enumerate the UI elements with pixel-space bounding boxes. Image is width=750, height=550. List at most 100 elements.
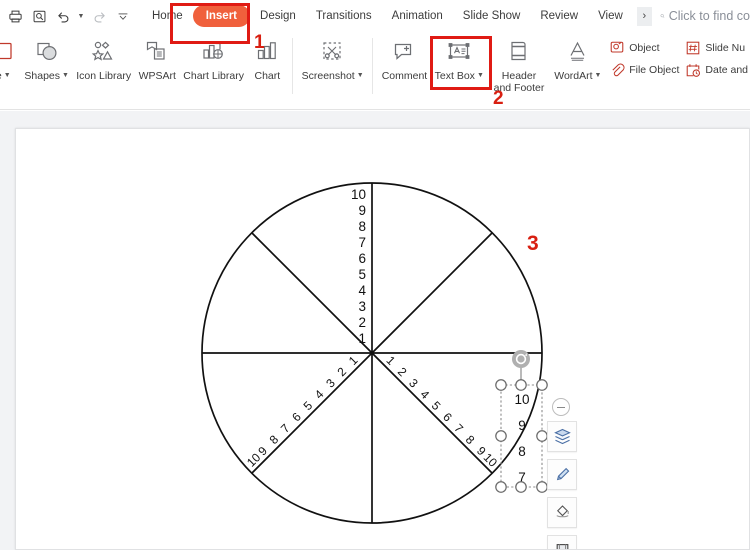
file-object-icon	[612, 63, 625, 77]
ribbon-label-wpsart: WPSArt	[138, 70, 176, 82]
ribbon-item-screenshot[interactable]: Screenshot ▼	[298, 32, 367, 82]
minus-icon	[557, 406, 565, 408]
annotation-number-3: 3	[527, 232, 539, 255]
svg-text:10: 10	[351, 187, 366, 202]
svg-text:4: 4	[358, 283, 366, 298]
text-box-icon	[445, 37, 473, 67]
ribbon-separator	[292, 38, 294, 94]
header-and-footer-icon	[505, 37, 533, 67]
ribbon-item-object[interactable]: Object	[609, 40, 679, 56]
ribbon-label-comment: Comment	[381, 70, 428, 82]
ribbon-group-fields: Slide Nu Date and	[681, 32, 750, 78]
tab-animation[interactable]: Animation	[382, 0, 453, 32]
ribbon-item-date-and-time[interactable]: Date and	[685, 62, 748, 78]
tab-home[interactable]: Home	[142, 0, 193, 32]
rotate-handle-icon	[512, 350, 530, 368]
undo-icon[interactable]	[52, 5, 74, 27]
object-icon	[610, 41, 624, 53]
svg-text:9: 9	[358, 203, 366, 218]
ribbon-label-icon-library: Icon Library	[76, 70, 132, 82]
brush-format-icon[interactable]	[547, 459, 577, 490]
screenshot-icon	[319, 37, 347, 67]
tab-transitions[interactable]: Transitions	[306, 0, 382, 32]
wordart-icon	[564, 37, 592, 67]
search-placeholder: Click to find co	[668, 9, 750, 23]
ribbon-item-header-and-footer[interactable]: Header and Footer	[488, 32, 551, 94]
wpsart-icon	[143, 37, 171, 67]
ribbon-label-date-and-time: Date and	[705, 64, 749, 76]
ribbon-item-text-box[interactable]: Text Box ▼	[431, 32, 488, 82]
insert-ribbon: e▼ Shapes▼	[0, 32, 750, 110]
slide-canvas[interactable]: 10 9 8 7 6 5 4 3 2 1 10 9 8 7 6 5 4 3 2 …	[15, 128, 750, 550]
ribbon-item-icon-library[interactable]: Icon Library	[73, 32, 135, 82]
redo-icon[interactable]	[88, 5, 110, 27]
svg-text:9: 9	[518, 418, 526, 433]
wps-presentation-window: ▼ Home Insert Design Transitions Animati…	[0, 0, 750, 550]
ribbon-item-wordart[interactable]: WordArt ▼	[551, 32, 606, 82]
ribbon-item-image[interactable]: e▼	[0, 32, 21, 82]
annotation-number-1: 1	[254, 32, 265, 53]
tab-view[interactable]: View	[588, 0, 633, 32]
quick-access-toolbar: ▼	[0, 0, 134, 32]
ribbon-item-slide-number[interactable]: Slide Nu	[685, 40, 748, 56]
ribbon-group-objects: Object File Object	[605, 32, 681, 78]
svg-text:3: 3	[358, 299, 366, 314]
slide-content: 10 9 8 7 6 5 4 3 2 1 10 9 8 7 6 5 4 3 2 …	[201, 182, 548, 524]
ribbon-item-shapes[interactable]: Shapes ▼	[21, 32, 73, 82]
chart-library-icon	[200, 37, 228, 67]
slide-workspace: 10 9 8 7 6 5 4 3 2 1 10 9 8 7 6 5 4 3 2 …	[0, 111, 750, 550]
svg-text:10: 10	[514, 392, 529, 407]
ribbon-item-comment[interactable]: Comment	[378, 32, 431, 82]
customize-quick-access-icon[interactable]	[112, 5, 134, 27]
scale-diagonal-upper-right: 10 9 8 7 6 5 4 3 2 1	[384, 353, 501, 470]
image-dropdown-icon: ▼	[3, 72, 11, 80]
ribbon-label-chart-library: Chart Library	[183, 70, 244, 82]
ribbon-label-wordart: WordArt	[554, 70, 593, 82]
collapse-toolbar-button[interactable]	[552, 398, 570, 416]
screenshot-dropdown-icon: ▼	[356, 72, 364, 80]
tab-review[interactable]: Review	[530, 0, 588, 32]
tab-slide-show[interactable]: Slide Show	[453, 0, 531, 32]
ribbon-label-object: Object	[629, 42, 660, 54]
svg-text:6: 6	[358, 251, 366, 266]
ribbon-label-chart: Chart	[254, 70, 281, 82]
shapes-dropdown-icon: ▼	[62, 72, 69, 80]
ribbon-label-text-box: Text Box	[434, 70, 475, 82]
wordart-dropdown-icon: ▼	[594, 72, 602, 80]
icon-library-icon	[90, 37, 118, 67]
fill-shape-icon[interactable]	[547, 497, 577, 528]
ribbon-item-chart-library[interactable]: Chart Library	[180, 32, 247, 82]
ribbon-label-screenshot: Screenshot	[301, 70, 355, 82]
textbox-text: 10 9 8 7	[514, 392, 529, 485]
scale-vertical: 10 9 8 7 6 5 4 3 2 1	[351, 187, 367, 346]
object-floating-toolbar	[547, 421, 577, 549]
annotation-number-2: 2	[493, 88, 504, 109]
comment-icon	[390, 37, 418, 67]
svg-text:5: 5	[358, 267, 366, 282]
layout-options-icon[interactable]	[547, 421, 577, 452]
search-box[interactable]: Click to find co	[660, 9, 750, 23]
date-and-time-icon	[687, 64, 701, 77]
svg-text:8: 8	[358, 219, 366, 234]
ribbon-label-image: e	[0, 70, 2, 82]
more-tabs-button[interactable]: ›	[636, 6, 652, 26]
ribbon-tab-list: Home Insert Design Transitions Animation…	[142, 0, 654, 32]
radial-wheel-diagram	[201, 182, 543, 524]
ribbon-item-file-object[interactable]: File Object	[609, 62, 679, 78]
svg-text:1: 1	[358, 331, 366, 346]
svg-text:2: 2	[358, 315, 366, 330]
undo-dropdown-icon[interactable]: ▼	[76, 5, 86, 27]
print-icon[interactable]	[4, 5, 26, 27]
scale-diagonal-upper-left: 10 9 8 7 6 5 4 3 2 1	[244, 353, 361, 470]
tab-insert[interactable]: Insert	[192, 5, 251, 27]
text-box-dropdown-icon: ▼	[476, 72, 484, 80]
ribbon-separator	[371, 38, 373, 94]
ribbon-item-wpsart[interactable]: WPSArt	[135, 32, 180, 82]
ribbon-label-shapes: Shapes	[24, 70, 61, 82]
crop-frame-icon[interactable]	[547, 535, 577, 549]
selected-textbox-group: 10 9 8 7	[495, 350, 548, 493]
ribbon-label-file-object: File Object	[629, 64, 680, 76]
print-preview-icon[interactable]	[28, 5, 50, 27]
tab-design[interactable]: Design	[250, 0, 306, 32]
search-icon	[660, 14, 665, 18]
